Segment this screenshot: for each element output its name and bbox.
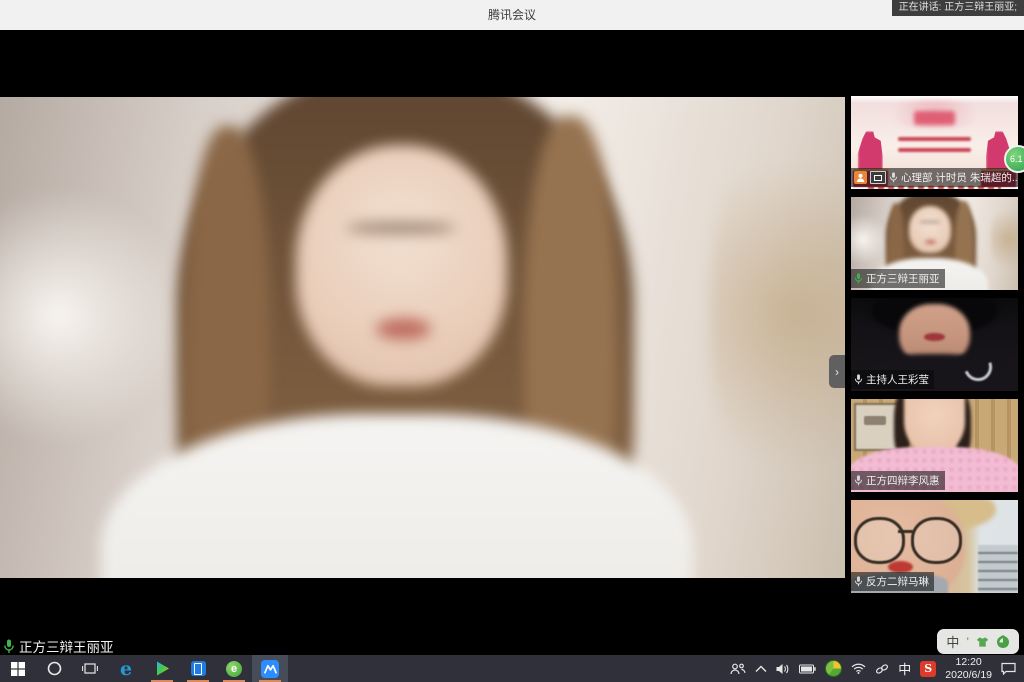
participant-tile-active-speaker[interactable]: 正方三辩王丽亚 [851, 197, 1018, 290]
participant-name: 心理部 计时员 朱瑞超的... [901, 170, 1018, 185]
background-cabinet-slot [864, 416, 886, 425]
ime-sogou-logo-icon[interactable] [996, 635, 1010, 648]
participant-label: 正方三辩王丽亚 [851, 269, 945, 288]
ime-punctuation-button[interactable]: ’ [966, 635, 969, 649]
ime-language-indicator[interactable]: 中 [898, 659, 911, 678]
microphone-icon [854, 576, 863, 587]
glasses-left-lens [854, 517, 905, 564]
tencent-meeting-icon [261, 660, 279, 678]
tencent-video-button[interactable] [144, 655, 180, 682]
background-wall [991, 202, 1018, 276]
cortana-button[interactable] [36, 655, 72, 682]
people-icon[interactable] [730, 663, 746, 675]
participant-name: 正方四辩李风惠 [866, 473, 940, 488]
browser-360-button[interactable]: e [216, 655, 252, 682]
participant-name: 反方二辩马琳 [866, 574, 929, 589]
title-bar[interactable]: 腾讯会议 [0, 0, 1024, 30]
microphone-icon [854, 374, 863, 385]
participant-tile-host[interactable]: 主持人王彩莹 [851, 298, 1018, 391]
slide-title-art [914, 111, 954, 125]
action-center-icon[interactable] [1001, 662, 1016, 675]
edge-browser-button[interactable]: e [108, 655, 144, 682]
speaker-face [296, 145, 507, 386]
background-wall [710, 121, 845, 506]
edge-icon: e [120, 658, 132, 680]
tencent-meeting-window: 腾讯会议 正在讲话: 正方三辩王丽亚; › [0, 0, 1024, 682]
speaker-mouth [925, 240, 936, 244]
wifi-icon[interactable] [851, 663, 866, 674]
windows-logo-icon [11, 662, 25, 676]
your-phone-button[interactable] [180, 655, 216, 682]
main-speaker-name: 正方三辩王丽亚 [19, 636, 114, 656]
participant-tile-presenter[interactable]: 心理部 计时员 朱瑞超的... [851, 96, 1018, 189]
main-video-feed[interactable] [0, 97, 845, 578]
link-chain-icon[interactable] [875, 663, 889, 675]
tencent-meeting-button[interactable] [252, 655, 288, 682]
slide-text-line [898, 148, 971, 152]
slide-text-line [898, 137, 971, 141]
chevron-right-icon: › [835, 365, 839, 379]
microphone-icon [854, 475, 863, 486]
phone-icon [191, 661, 206, 676]
browser-360-icon: e [226, 661, 242, 677]
battery-icon[interactable] [799, 664, 816, 674]
sidebar-collapse-handle[interactable]: › [829, 355, 845, 388]
participant-label: 正方四辩李风惠 [851, 471, 945, 490]
badge-value: 6.1 [1010, 154, 1023, 164]
main-video-stage[interactable]: › [0, 30, 845, 655]
window-title: 腾讯会议 [0, 0, 1024, 30]
sogou-input-icon[interactable]: S [920, 661, 936, 677]
clock-date: 2020/6/19 [945, 669, 992, 682]
background-window-railing [978, 545, 1018, 593]
antivirus-shield-icon[interactable] [825, 660, 842, 677]
background-window-light [0, 184, 186, 449]
task-view-button[interactable] [72, 655, 108, 682]
speaker-face [909, 206, 951, 253]
participant-tile-debater2[interactable]: 反方二辩马琳 [851, 500, 1018, 593]
microphone-on-icon [854, 273, 863, 284]
tencent-video-play-icon [154, 660, 171, 677]
microphone-on-icon [3, 639, 15, 654]
participant-label: 心理部 计时员 朱瑞超的... [851, 168, 1018, 187]
windows-taskbar: e e [0, 655, 1024, 682]
host-lips [924, 333, 944, 340]
cortana-circle-icon [47, 661, 62, 676]
participant-label: 主持人王彩莹 [851, 370, 934, 389]
speaker-video-scene [0, 97, 845, 578]
system-tray: 中 S 12:20 2020/6/19 [730, 655, 1024, 682]
main-speaker-name-label: 正方三辩王丽亚 [3, 636, 114, 656]
participant-name: 正方三辩王丽亚 [866, 271, 940, 286]
start-button[interactable] [0, 655, 36, 682]
show-hidden-icons-chevron[interactable] [755, 665, 767, 673]
ime-toolbar[interactable]: 中 ’ [937, 629, 1019, 654]
clock-time: 12:20 [945, 656, 992, 669]
task-view-icon [82, 662, 98, 675]
glasses-bridge [898, 530, 913, 533]
presenter-icon [854, 171, 867, 184]
background-window-light [851, 214, 888, 265]
participants-sidebar: 心理部 计时员 朱瑞超的... [845, 30, 1024, 655]
participant-label: 反方二辩马琳 [851, 572, 934, 591]
ime-skin-icon[interactable] [976, 636, 989, 648]
speaking-status-banner: 正在讲话: 正方三辩王丽亚; [892, 0, 1024, 16]
speaker-brows [346, 222, 456, 234]
screen-share-icon [870, 171, 886, 184]
participant-tile-debater4[interactable]: 正方四辩李风惠 [851, 399, 1018, 492]
microphone-icon [889, 172, 898, 183]
speaker-mouth [376, 318, 431, 340]
taskbar-left: e e [0, 655, 288, 682]
floating-speed-ball-badge[interactable]: 6.1 [1004, 145, 1024, 173]
glasses-right-lens [911, 517, 962, 564]
participant-name: 主持人王彩莹 [866, 372, 929, 387]
volume-icon[interactable] [776, 663, 790, 675]
taskbar-clock[interactable]: 12:20 2020/6/19 [945, 656, 992, 681]
ime-chinese-mode-button[interactable]: 中 [946, 632, 959, 651]
